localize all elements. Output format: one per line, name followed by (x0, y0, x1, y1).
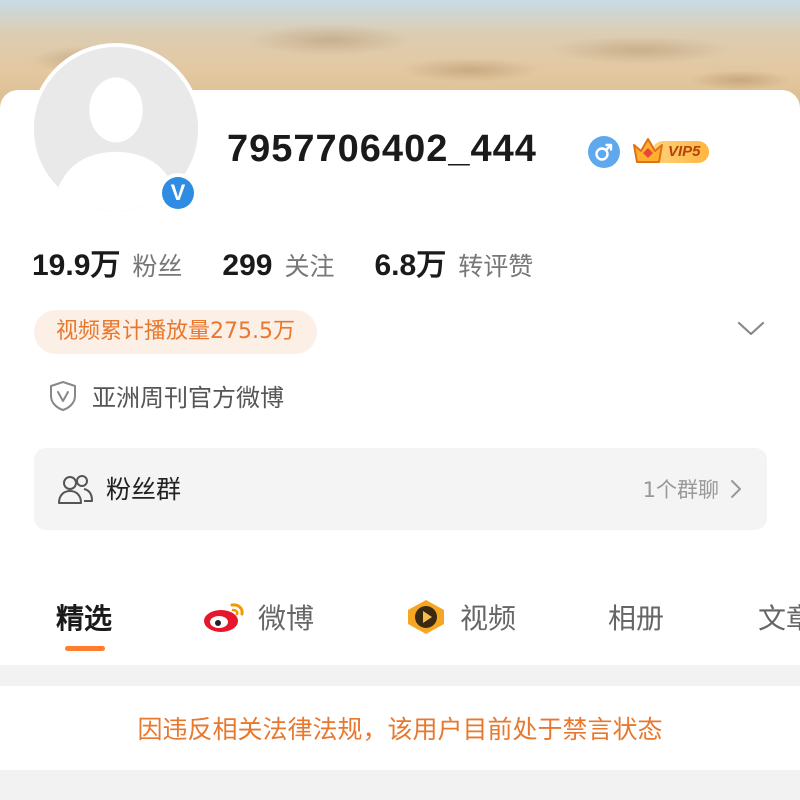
tab-label: 视频 (460, 602, 517, 635)
stat-followers[interactable]: 19.9万 粉丝 (32, 240, 182, 284)
stat-value: 19.9万 (32, 249, 121, 282)
stat-value: 299 (222, 249, 273, 282)
video-play-icon (408, 600, 444, 634)
stat-label: 关注 (284, 252, 335, 281)
male-icon (588, 136, 620, 168)
stat-label: 转评赞 (458, 252, 534, 281)
official-verification: 亚洲周刊官方微博 (48, 378, 284, 413)
official-label: 亚洲周刊官方微博 (92, 384, 284, 412)
tab-articles[interactable]: 文章 (758, 597, 800, 637)
tab-albums[interactable]: 相册 (608, 597, 664, 637)
stats-row: 19.9万 粉丝 299 关注 6.8万 转评赞 (32, 240, 533, 284)
video-play-count-badge: 视频累计播放量275.5万 (34, 310, 317, 354)
verified-v-icon: V (158, 173, 198, 213)
fans-group-row[interactable]: 粉丝群 1个群聊 (34, 448, 767, 530)
stat-following[interactable]: 299 关注 (222, 247, 334, 283)
chevron-right-icon (731, 480, 741, 498)
tab-label: 文章 (758, 602, 800, 635)
tab-label: 精选 (56, 602, 113, 635)
vip-badge[interactable]: VIP5 (630, 133, 714, 169)
tab-label: 相册 (608, 602, 665, 635)
username: 7957706402_444 (227, 128, 537, 170)
tab-featured[interactable]: 精选 (56, 597, 112, 637)
tab-video[interactable]: 视频 (404, 597, 516, 637)
tab-label: 微博 (258, 602, 315, 635)
group-people-icon (58, 475, 93, 504)
stat-reposts-comments-likes[interactable]: 6.8万 转评赞 (374, 240, 533, 284)
fans-group-count: 1个群聊 (642, 478, 719, 502)
vip-crown-icon (633, 138, 663, 163)
stat-value: 6.8万 (374, 249, 447, 282)
mute-notice: 因违反相关法律法规，该用户目前处于禁言状态 (0, 686, 800, 770)
profile-tabs: 精选 微博 视频 相册 文章 (0, 575, 800, 665)
weibo-logo-icon (204, 603, 244, 632)
stat-label: 粉丝 (132, 252, 183, 281)
chevron-down-icon[interactable] (736, 318, 766, 340)
fans-group-title: 粉丝群 (106, 475, 182, 504)
active-tab-indicator (65, 646, 105, 651)
tab-weibo[interactable]: 微博 (202, 597, 314, 637)
mute-notice-text: 因违反相关法律法规，该用户目前处于禁言状态 (137, 715, 663, 744)
shield-v-icon (50, 380, 76, 411)
